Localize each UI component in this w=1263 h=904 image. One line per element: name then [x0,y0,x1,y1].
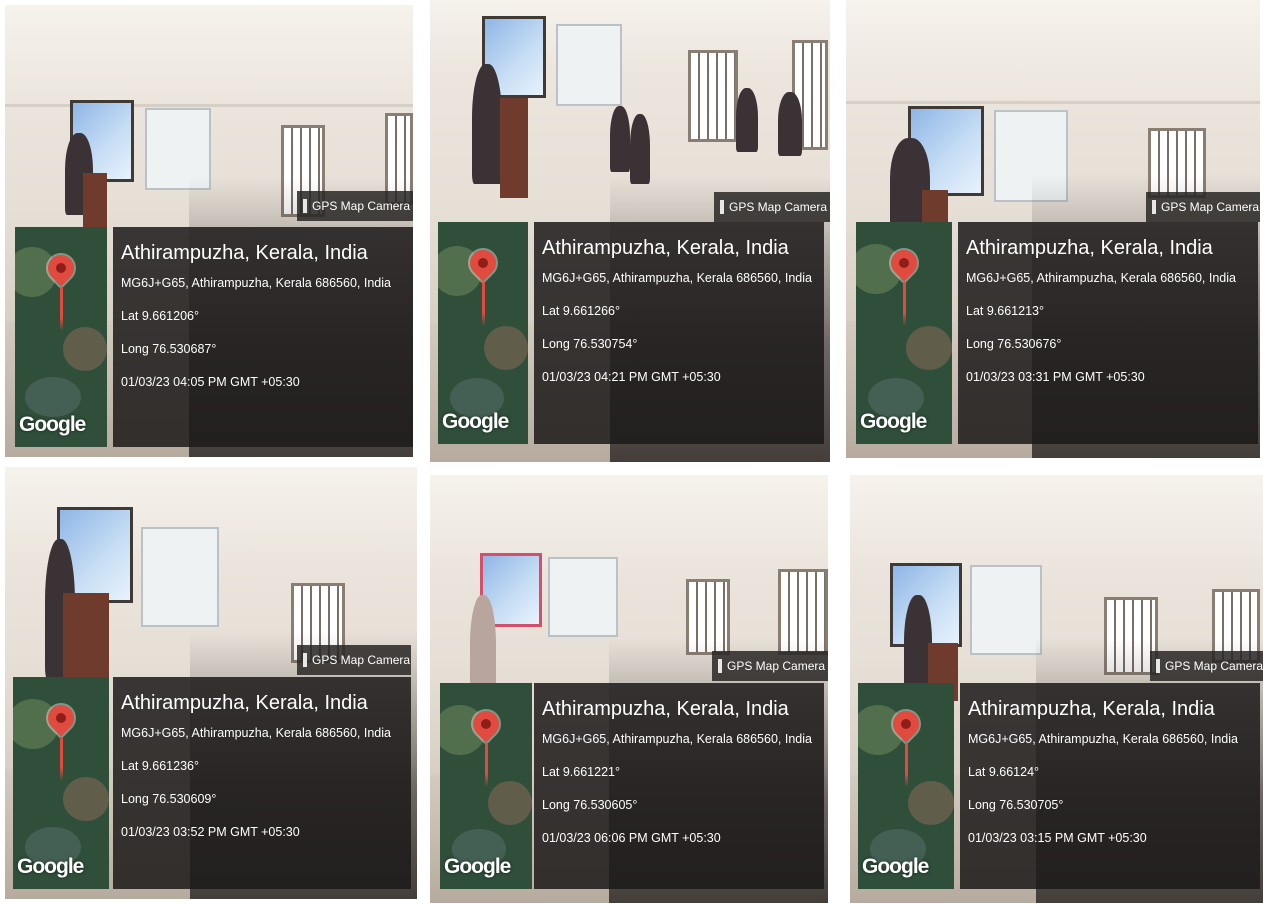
map-attribution: Google [444,855,511,878]
latitude: Lat 9.661236° [121,759,199,773]
location-info-panel: Athirampuzha, Kerala, India MG6J+G65, At… [534,683,824,889]
location-name: Athirampuzha, Kerala, India [968,698,1215,720]
location-info-panel: Athirampuzha, Kerala, India MG6J+G65, At… [960,683,1260,889]
podium [83,173,107,228]
geotagged-photo-2: GPS Map Camera Google Athirampuzha, Kera… [430,0,830,462]
longitude: Long 76.530687° [121,342,217,356]
gps-camera-tag: GPS Map Camera [714,192,830,222]
geotagged-photo-6: GPS Map Camera Google Athirampuzha, Kera… [850,475,1263,903]
map-thumbnail: Google [440,683,532,889]
gps-camera-tag: GPS Map Camera [712,651,828,681]
geotagged-photo-3: GPS Map Camera Google Athirampuzha, Kera… [846,0,1260,458]
map-attribution: Google [862,855,929,878]
timestamp: 01/03/23 03:31 PM GMT +05:30 [966,370,1145,384]
latitude: Lat 9.661206° [121,309,199,323]
speaker [472,64,502,184]
location-info-panel: Athirampuzha, Kerala, India MG6J+G65, At… [534,222,824,444]
longitude: Long 76.530754° [542,337,638,351]
seated-guest [778,92,802,156]
location-info-panel: Athirampuzha, Kerala, India MG6J+G65, At… [113,227,413,447]
timestamp: 01/03/23 03:52 PM GMT +05:30 [121,825,300,839]
gps-camera-tag: GPS Map Camera [297,645,411,675]
podium [500,98,528,198]
geotagged-photo-1: GPS Map Camera Google Athirampuzha, Kera… [5,5,413,457]
gps-map-camera-icon [303,199,307,213]
longitude: Long 76.530676° [966,337,1062,351]
gps-map-camera-icon [718,659,722,673]
longitude: Long 76.530609° [121,792,217,806]
window [688,50,738,142]
latitude: Lat 9.661221° [542,765,620,779]
map-thumbnail: Google [13,677,109,889]
location-info-panel: Athirampuzha, Kerala, India MG6J+G65, At… [113,677,411,889]
gps-map-camera-icon [720,200,724,214]
latitude: Lat 9.661213° [966,304,1044,318]
location-name: Athirampuzha, Kerala, India [542,698,789,720]
address: MG6J+G65, Athirampuzha, Kerala 686560, I… [542,271,812,285]
seated-guest [736,88,758,152]
geotagged-photo-5: GPS Map Camera Google Athirampuzha, Kera… [430,475,828,903]
timestamp: 01/03/23 04:21 PM GMT +05:30 [542,370,721,384]
wall-poster [141,527,219,627]
gps-camera-tag: GPS Map Camera [1150,651,1263,681]
gps-camera-tag: GPS Map Camera [297,191,413,221]
location-name: Athirampuzha, Kerala, India [121,692,368,714]
timestamp: 01/03/23 06:06 PM GMT +05:30 [542,831,721,845]
wall-poster [556,24,622,106]
longitude: Long 76.530705° [968,798,1064,812]
gps-camera-tag: GPS Map Camera [1146,192,1260,222]
gps-map-camera-icon [303,653,307,667]
map-attribution: Google [442,410,509,433]
latitude: Lat 9.66124° [968,765,1040,779]
map-thumbnail: Google [438,222,528,444]
longitude: Long 76.530605° [542,798,638,812]
location-info-panel: Athirampuzha, Kerala, India MG6J+G65, At… [958,222,1258,444]
seated-guest [610,106,630,172]
timestamp: 01/03/23 03:15 PM GMT +05:30 [968,831,1147,845]
podium [63,593,109,683]
address: MG6J+G65, Athirampuzha, Kerala 686560, I… [968,732,1238,746]
map-attribution: Google [860,410,927,433]
address: MG6J+G65, Athirampuzha, Kerala 686560, I… [121,276,391,290]
latitude: Lat 9.661266° [542,304,620,318]
location-name: Athirampuzha, Kerala, India [542,237,789,259]
map-thumbnail: Google [856,222,952,444]
seated-guest [630,114,650,184]
map-thumbnail: Google [858,683,954,889]
gps-map-camera-icon [1156,659,1160,673]
geotagged-photo-4: GPS Map Camera Google Athirampuzha, Kera… [5,467,417,899]
location-name: Athirampuzha, Kerala, India [121,242,368,264]
address: MG6J+G65, Athirampuzha, Kerala 686560, I… [542,732,812,746]
address: MG6J+G65, Athirampuzha, Kerala 686560, I… [966,271,1236,285]
timestamp: 01/03/23 04:05 PM GMT +05:30 [121,375,300,389]
map-attribution: Google [17,855,84,878]
gps-map-camera-icon [1152,200,1156,214]
map-attribution: Google [19,413,86,436]
wall-poster [548,557,618,637]
map-thumbnail: Google [15,227,107,447]
wall-poster [970,565,1042,655]
address: MG6J+G65, Athirampuzha, Kerala 686560, I… [121,726,391,740]
location-name: Athirampuzha, Kerala, India [966,237,1213,259]
